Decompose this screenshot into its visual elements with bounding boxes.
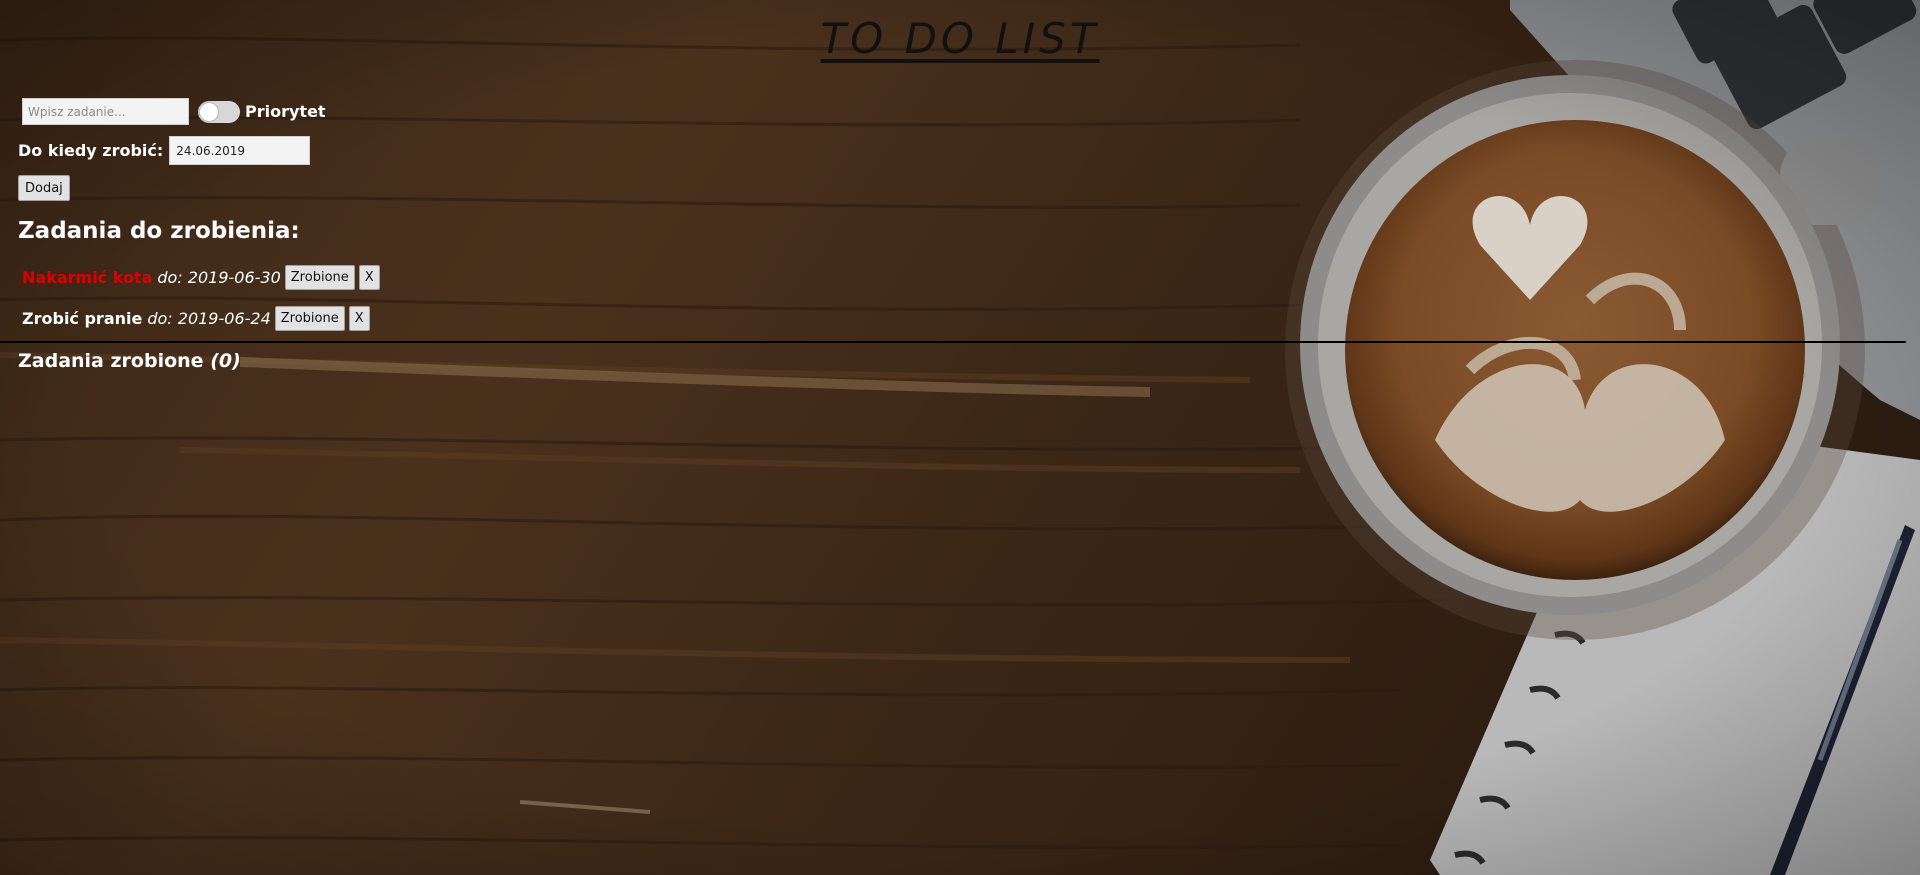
- mark-done-button[interactable]: Zrobione: [274, 306, 345, 331]
- due-date-label: Do kiedy zrobić:: [18, 141, 164, 160]
- priority-toggle[interactable]: [198, 100, 240, 123]
- done-heading-label: Zadania zrobione: [18, 350, 204, 372]
- mark-done-button[interactable]: Zrobione: [284, 265, 355, 290]
- task-due-date: do: 2019-06-24: [147, 309, 271, 328]
- due-date-input[interactable]: [169, 136, 311, 165]
- task-name: Nakarmić kota: [22, 268, 153, 287]
- page-title: TO DO LIST: [820, 14, 1100, 63]
- priority-label: Priorytet: [245, 102, 326, 121]
- app-root: TO DO LIST Priorytet Do kiedy zrobić: Do…: [0, 0, 1920, 875]
- done-heading: Zadania zrobione (0): [18, 350, 241, 372]
- task-entry-row: Priorytet: [22, 98, 326, 125]
- section-divider: [0, 341, 1906, 343]
- delete-button[interactable]: X: [348, 306, 370, 331]
- add-button[interactable]: Dodaj: [18, 175, 70, 201]
- task-item: Zrobić pranie do: 2019-06-24 Zrobione X: [22, 306, 370, 331]
- toggle-switch-icon: [200, 102, 218, 121]
- task-item: Nakarmić kota do: 2019-06-30 Zrobione X: [22, 265, 380, 290]
- task-due-date: do: 2019-06-30: [157, 268, 281, 287]
- delete-button[interactable]: X: [358, 265, 380, 290]
- due-date-row: Do kiedy zrobić:: [18, 136, 311, 165]
- todo-heading: Zadania do zrobienia:: [18, 218, 300, 244]
- task-name: Zrobić pranie: [22, 309, 143, 328]
- task-input[interactable]: [22, 98, 189, 125]
- done-count: (0): [210, 350, 241, 372]
